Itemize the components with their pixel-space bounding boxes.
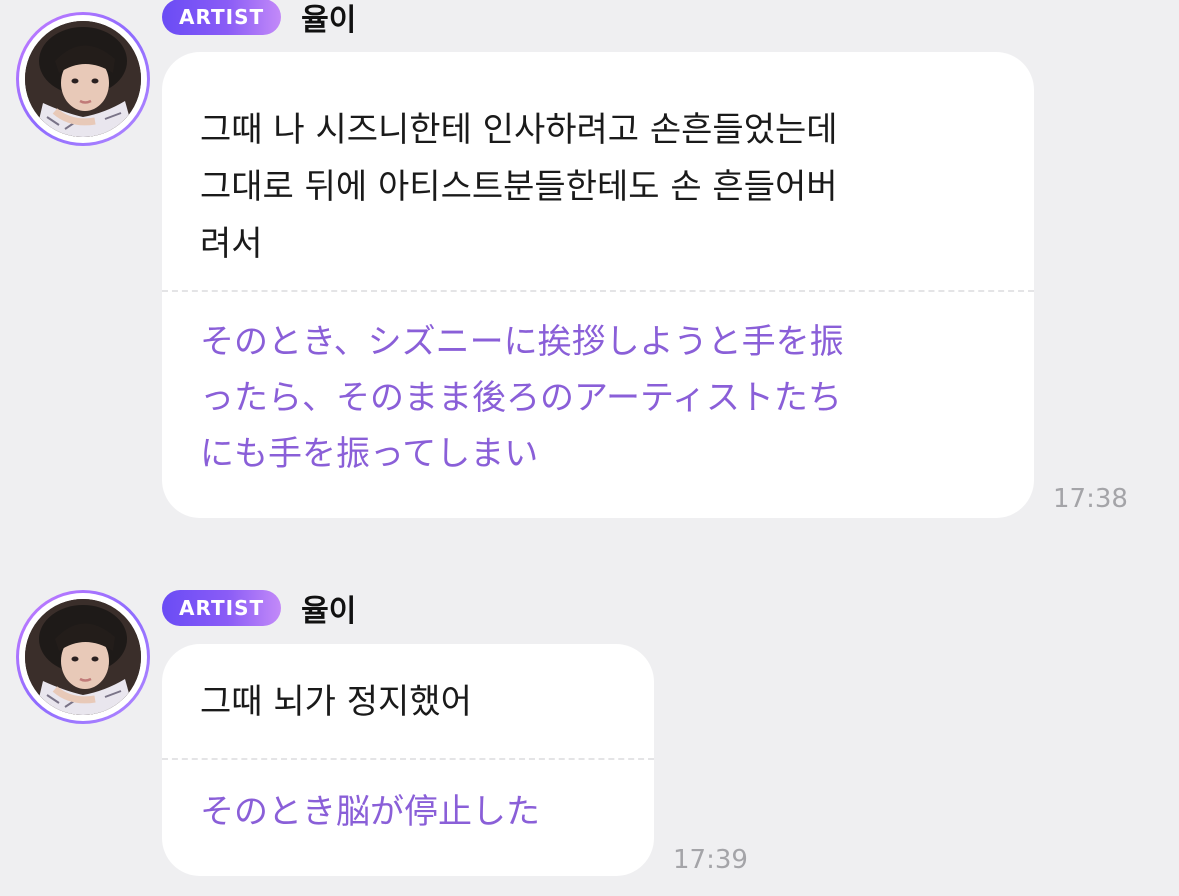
- original-line: 그때 나 시즈니한테 인사하려고 손흔들었는데: [200, 110, 838, 150]
- sender-name[interactable]: 율이: [301, 0, 356, 39]
- avatar-portrait-image: [25, 599, 141, 715]
- original-line: 려서: [200, 224, 263, 264]
- original-line: 그대로 뒤에 아티스트분들한테도 손 흔들어버: [200, 167, 838, 207]
- avatar-photo: [25, 21, 141, 137]
- original-text: 그때 나 시즈니한테 인사하려고 손흔들었는데 그대로 뒤에 아티스트분들한테도…: [162, 52, 1034, 290]
- translation-line: にも手を振ってしまい: [200, 434, 539, 474]
- translation-line: そのとき、シズニーに挨拶しようと手を振: [200, 322, 844, 362]
- original-line: 그때 뇌가 정지했어: [200, 682, 472, 722]
- message-bubble[interactable]: 그때 나 시즈니한테 인사하려고 손흔들었는데 그대로 뒤에 아티스트분들한테도…: [162, 52, 1034, 518]
- artist-badge: ARTIST: [162, 590, 282, 626]
- message-timestamp: 17:38: [1053, 484, 1128, 514]
- message-timestamp: 17:39: [673, 845, 748, 875]
- artist-badge: ARTIST: [162, 0, 282, 35]
- translation-text: そのとき、シズニーに挨拶しようと手を振 ったら、そのまま後ろのアーティストたち …: [162, 292, 1034, 482]
- sender-row: ARTIST 율이: [162, 586, 356, 630]
- translation-line: ったら、そのまま後ろのアーティストたち: [200, 378, 842, 418]
- avatar-photo: [25, 599, 141, 715]
- sender-name[interactable]: 율이: [301, 586, 356, 630]
- sender-row: ARTIST 율이: [162, 0, 356, 39]
- artist-avatar[interactable]: [16, 590, 150, 724]
- message-bubble[interactable]: 그때 뇌가 정지했어 そのとき脳が停止した: [162, 644, 654, 876]
- artist-avatar[interactable]: [16, 12, 150, 146]
- translation-line: そのとき脳が停止した: [200, 792, 540, 832]
- original-text: 그때 뇌가 정지했어: [162, 644, 654, 758]
- avatar-portrait-image: [25, 21, 141, 137]
- translation-text: そのとき脳が停止した: [162, 760, 654, 840]
